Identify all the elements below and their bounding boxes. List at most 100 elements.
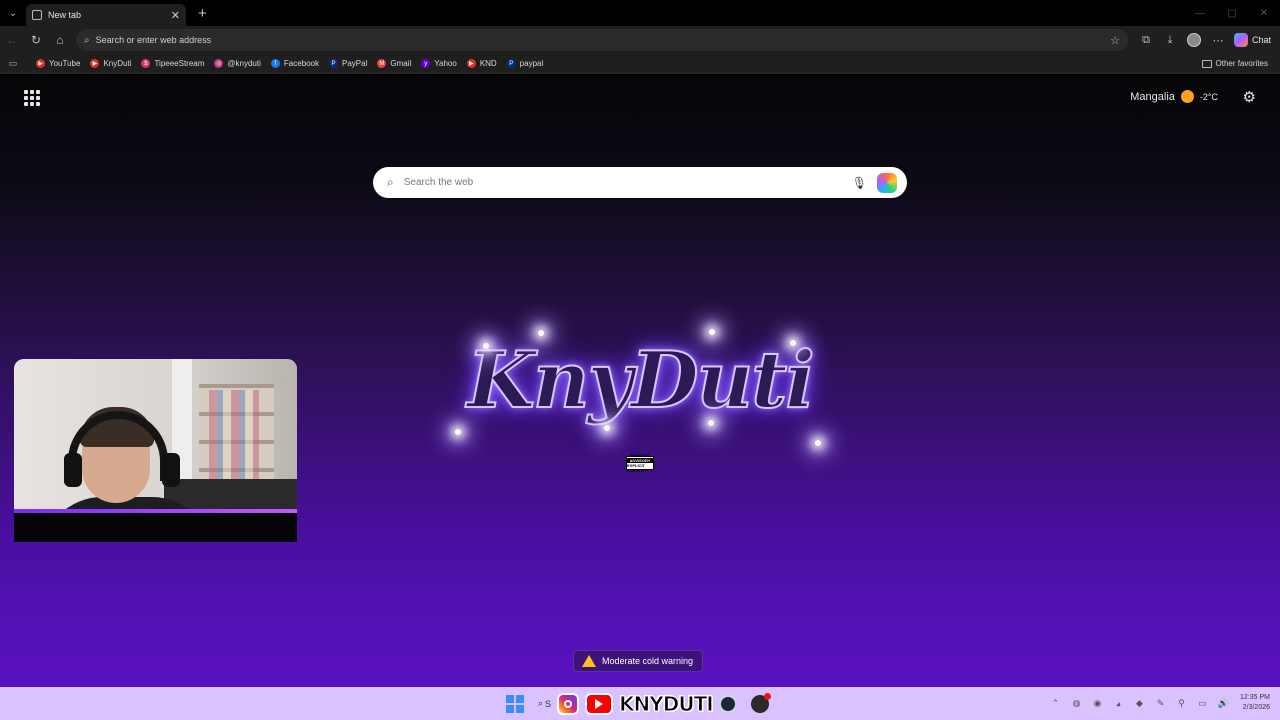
web-search-box[interactable]: ⌕ 🎙: [373, 167, 907, 198]
tab-new-tab[interactable]: New tab ✕: [26, 4, 186, 26]
favorite-gmail[interactable]: M Gmail: [377, 59, 411, 68]
weather-alert[interactable]: Moderate cold warning: [573, 650, 704, 672]
youtube-icon: ▶: [36, 59, 45, 68]
parental-advisory-label: PARENTAL ADVISORY EXPLICIT CONTENT: [626, 453, 654, 473]
discord-tray-icon[interactable]: ◕: [1112, 699, 1125, 709]
paypal-icon: P: [329, 59, 339, 68]
favorites-bar: ▭ ▶ YouTube ▶ KnyDuti $ TipeeeStream ◎ @knyd…: [0, 54, 1280, 74]
taskbar-clock[interactable]: 12:35 PM 2/3/2026: [1240, 693, 1270, 713]
search-input[interactable]: [403, 177, 852, 188]
favorite-facebook[interactable]: f Facebook: [270, 59, 320, 68]
favorite-label: @knyduti: [227, 59, 261, 68]
tray-app-icon[interactable]: ◆: [1133, 698, 1146, 709]
other-favorites-label: Other favorites: [1215, 59, 1268, 68]
weather-alert-text: Moderate cold warning: [602, 656, 694, 666]
favorite-tipeeestream[interactable]: $ TipeeeStream: [141, 59, 204, 68]
search-icon: ⌕: [538, 698, 544, 708]
folder-icon: [1201, 59, 1212, 68]
instagram-icon[interactable]: [557, 692, 580, 715]
tab-title: New tab: [48, 10, 82, 20]
minimize-button[interactable]: —: [1184, 0, 1216, 26]
copilot-chat-button[interactable]: Chat: [1234, 33, 1271, 47]
favorite-label: paypal: [519, 59, 544, 68]
weather-location: Mangalia: [1130, 90, 1175, 103]
favorite-label: KnyDuti: [103, 59, 132, 68]
microphone-icon[interactable]: 🎙: [852, 176, 867, 190]
volume-icon[interactable]: 🔊: [1217, 698, 1230, 709]
steam-icon[interactable]: [718, 694, 737, 713]
system-tray: ⌃ ◍ ◉ ◕ ◆ ✎ ⚲ ▭ 🔊: [1049, 687, 1230, 720]
favorite-label: Facebook: [283, 59, 320, 68]
yahoo-icon: y: [421, 59, 431, 68]
game-app-icon[interactable]: [750, 692, 771, 713]
weather-widget[interactable]: Mangalia -2°C: [1130, 90, 1218, 103]
paypal-icon: P: [506, 59, 516, 68]
close-tab-icon[interactable]: ✕: [171, 9, 180, 22]
downloads-icon[interactable]: ⤓: [1158, 28, 1182, 52]
more-options-icon[interactable]: ⋯: [1206, 28, 1230, 52]
clock-time: 12:35 PM: [1240, 694, 1270, 701]
show-hidden-icons-icon[interactable]: ⌃: [1049, 698, 1062, 709]
favorite-knd[interactable]: ▶ KND: [466, 59, 497, 68]
taskbar: ⌕ S KNYDUTI ⌃ ◍ ◉ ◕ ◆ ✎ ⚲ ▭ 🔊 12:35 PM 2/…: [0, 687, 1280, 720]
browser-titlebar: ⌄ New tab ✕ + — ▢ ✕: [0, 0, 1280, 26]
tab-actions-menu-icon[interactable]: ⌄: [0, 0, 26, 26]
extensions-icon[interactable]: ⧉: [1134, 28, 1158, 52]
taskbar-apps: ⌕ S KNYDUTI: [506, 687, 771, 720]
close-window-button[interactable]: ✕: [1248, 0, 1280, 26]
other-favorites[interactable]: Other favorites: [1201, 59, 1268, 68]
sparkle: [455, 429, 461, 435]
favorite-label: YouTube: [49, 59, 81, 68]
logo-text: KnyDuti: [466, 334, 816, 427]
taskbar-search-label: S: [545, 698, 552, 709]
favorite-knyduti[interactable]: ▶ KnyDuti: [90, 59, 131, 68]
refresh-button[interactable]: ↻: [24, 28, 48, 52]
gmail-icon: M: [377, 59, 387, 68]
sparkle: [790, 340, 796, 346]
sparkle: [709, 329, 715, 335]
app-launcher-icon[interactable]: [24, 90, 40, 106]
favorite-youtube[interactable]: ▶ YouTube: [36, 59, 80, 68]
knyduti-logo: KnyDuti: [440, 315, 840, 445]
sparkle: [538, 330, 544, 336]
back-button[interactable]: ←: [0, 28, 24, 52]
youtube-icon: ▶: [466, 59, 476, 68]
search-icon: ⌕: [387, 175, 394, 189]
favorite-yahoo[interactable]: y Yahoo: [421, 59, 457, 68]
favorite-paypal[interactable]: P PayPal: [329, 59, 367, 68]
chat-label: Chat: [1252, 35, 1272, 45]
new-tab-button[interactable]: +: [198, 5, 207, 22]
favorites-toggle-icon[interactable]: ▭: [0, 58, 26, 69]
sparkle: [483, 343, 489, 349]
knyduti-brand-text: KNYDUTI: [619, 691, 715, 716]
address-bar[interactable]: ⌕ Search or enter web address ☆: [76, 29, 1128, 51]
weather-temp: -2°C: [1199, 91, 1218, 102]
warning-icon: [582, 655, 596, 667]
microphone-tray-icon[interactable]: ⚲: [1175, 698, 1188, 709]
facebook-icon: f: [270, 59, 280, 68]
address-placeholder: Search or enter web address: [95, 35, 212, 45]
browser-toolbar: ← ↻ ⌂ ⌕ Search or enter web address ☆ ⧉ …: [0, 26, 1280, 54]
favorite-star-icon[interactable]: ☆: [1110, 34, 1120, 47]
home-button[interactable]: ⌂: [48, 28, 72, 52]
youtube-icon[interactable]: [585, 692, 614, 715]
tray-app-icon[interactable]: ◍: [1070, 698, 1083, 709]
pen-tray-icon[interactable]: ✎: [1154, 698, 1167, 709]
clock-date: 2/3/2026: [1242, 704, 1270, 711]
maximize-button[interactable]: ▢: [1216, 0, 1248, 26]
network-icon[interactable]: ▭: [1196, 698, 1209, 709]
webcam-overlay: [14, 359, 297, 542]
tipeee-icon: $: [141, 59, 151, 68]
webcam-name-bar: [14, 513, 297, 542]
favorite-instagram[interactable]: ◎ @knyduti: [214, 59, 261, 68]
profile-button[interactable]: [1182, 28, 1206, 52]
windows-start-icon[interactable]: [506, 694, 524, 713]
search-icon: ⌕: [84, 34, 90, 46]
copilot-search-icon[interactable]: [877, 172, 897, 193]
settings-gear-icon[interactable]: ⚙: [1243, 88, 1256, 106]
taskbar-search[interactable]: ⌕ S: [538, 698, 551, 709]
favorite-label: PayPal: [342, 59, 368, 68]
steam-tray-icon[interactable]: ◉: [1091, 698, 1104, 709]
sparkle: [708, 420, 714, 426]
favorite-paypal-2[interactable]: Ppaypal: [506, 59, 544, 68]
